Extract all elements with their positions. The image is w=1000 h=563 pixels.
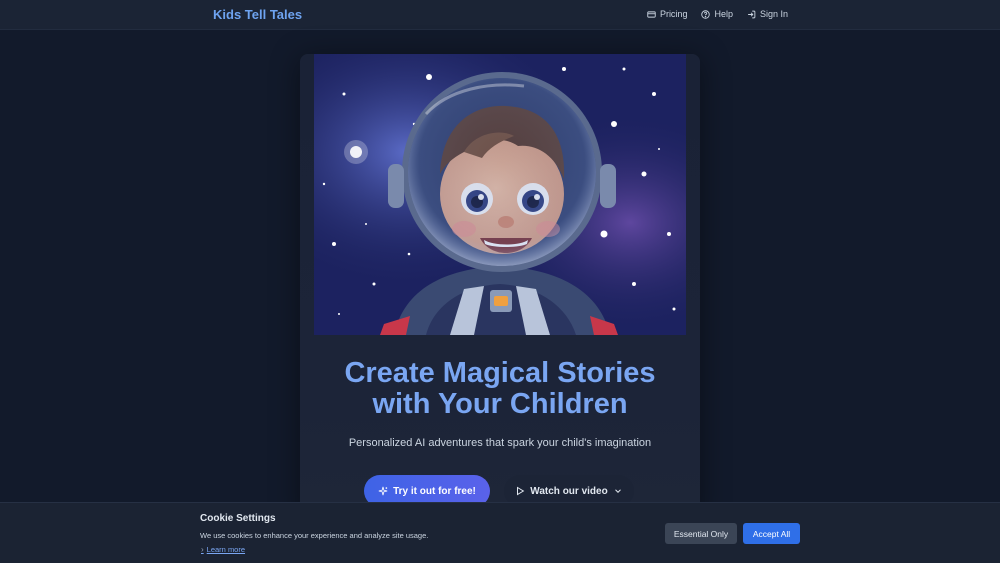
hero-headline-line-2: with Your Children	[372, 388, 628, 420]
cookie-banner: Cookie Settings We use cookies to enhanc…	[0, 502, 1000, 563]
nav-pricing-label: Pricing	[659, 9, 688, 19]
nav-help-label: Help	[714, 9, 733, 19]
astronaut-hero-image	[314, 54, 686, 335]
nav-pricing-link[interactable]: Pricing	[647, 9, 688, 19]
nav-menu: Pricing Help Sign In	[647, 9, 788, 19]
brand-logo[interactable]: Kids Tell Tales	[213, 7, 302, 22]
essential-only-button[interactable]: Essential Only	[665, 523, 737, 544]
chevron-right-icon: ›	[201, 545, 204, 554]
cookie-learn-more-link[interactable]: › Learn more	[201, 545, 245, 554]
try-free-label: Try it out for free!	[393, 485, 476, 497]
sign-in-icon	[748, 10, 756, 18]
hero-headline-line-1: Create Magical Stories	[344, 357, 656, 389]
cookie-learn-more-label: Learn more	[206, 545, 246, 554]
nav-sign-in-label: Sign In	[759, 9, 788, 19]
play-icon	[517, 486, 525, 496]
watch-video-label: Watch our video	[530, 485, 608, 497]
cookie-description: We use cookies to enhance your experienc…	[200, 531, 429, 540]
help-circle-icon	[701, 9, 711, 19]
nav-help-link[interactable]: Help	[701, 9, 733, 19]
hero-subheadline: Personalized AI adventures that spark yo…	[348, 437, 652, 449]
hero-card: Create Magical Stories with Your Childre…	[300, 54, 700, 524]
cookie-title: Cookie Settings	[200, 513, 276, 524]
hero-headline: Create Magical Stories with Your Childre…	[300, 358, 700, 420]
nav-sign-in-link[interactable]: Sign In	[747, 9, 788, 19]
chevron-down-icon	[614, 489, 621, 493]
sparkle-icon	[378, 486, 388, 496]
accept-all-button[interactable]: Accept All	[743, 523, 800, 544]
card-icon	[647, 10, 656, 18]
top-navigation-bar: Kids Tell Tales Pricing Help Sign In	[0, 0, 1000, 30]
